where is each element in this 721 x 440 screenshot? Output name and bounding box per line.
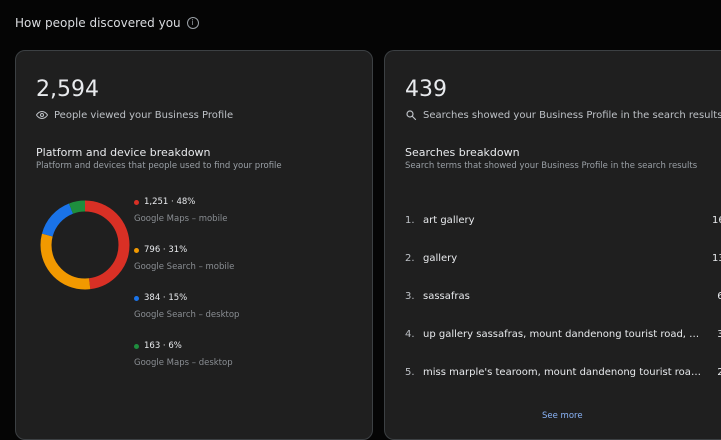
term-count: 64 <box>717 290 721 302</box>
see-more-link[interactable]: See more <box>542 411 583 421</box>
info-icon[interactable]: i <box>186 17 199 29</box>
section-header: How people discovered you i <box>15 16 199 30</box>
platform-breakdown-subtitle: Platform and devices that people used to… <box>36 161 282 171</box>
list-item: 1. art gallery 164 <box>405 201 721 239</box>
searches-metric-label: Searches showed your Business Profile in… <box>423 109 721 121</box>
list-item: 4. up gallery sassafras, mount dandenong… <box>405 315 721 353</box>
term-text: miss marple's tearoom, mount dandenong t… <box>423 366 712 378</box>
legend-value: 384 · 15% <box>144 293 188 303</box>
legend-label: Google Search – mobile <box>134 262 235 272</box>
term-count: 36 <box>717 328 721 340</box>
platform-breakdown-title: Platform and device breakdown <box>36 146 211 159</box>
views-metric: People viewed your Business Profile <box>36 109 233 121</box>
legend-item: 384 · 15% Google Search – desktop <box>134 293 239 341</box>
legend-item: 1,251 · 48% Google Maps – mobile <box>134 197 239 245</box>
legend-label: Google Maps – desktop <box>134 358 233 368</box>
list-item: 5. miss marple's tearoom, mount dandenon… <box>405 353 721 391</box>
search-terms-list: 1. art gallery 164 2. gallery 132 3. sas… <box>405 201 721 391</box>
section-title: How people discovered you <box>15 16 181 30</box>
term-count: 27 <box>717 366 721 378</box>
legend-label: Google Maps – mobile <box>134 214 228 224</box>
eye-icon <box>36 110 48 120</box>
search-icon <box>406 110 417 121</box>
legend-dot <box>134 247 139 253</box>
term-rank: 1. <box>405 214 415 226</box>
legend-dot <box>134 295 139 301</box>
list-item: 2. gallery 132 <box>405 239 721 277</box>
views-count: 2,594 <box>36 77 99 102</box>
term-rank: 4. <box>405 328 415 340</box>
legend-dot <box>134 199 139 205</box>
term-count: 132 <box>712 252 721 264</box>
list-item: 3. sassafras 64 <box>405 277 721 315</box>
platform-donut-chart <box>40 200 130 290</box>
legend-dot <box>134 343 139 349</box>
views-metric-label: People viewed your Business Profile <box>54 109 234 121</box>
legend-item: 796 · 31% Google Search – mobile <box>134 245 239 293</box>
searches-breakdown-title: Searches breakdown <box>405 146 520 159</box>
legend-item: 163 · 6% Google Maps – desktop <box>134 341 239 389</box>
term-text: art gallery <box>423 214 475 226</box>
term-rank: 2. <box>405 252 415 264</box>
term-text: sassafras <box>423 290 470 302</box>
legend-value: 1,251 · 48% <box>144 197 196 207</box>
term-rank: 5. <box>405 366 415 378</box>
term-count: 164 <box>712 214 721 226</box>
searches-breakdown-subtitle: Search terms that showed your Business P… <box>405 161 698 171</box>
platform-legend: 1,251 · 48% Google Maps – mobile 796 · 3… <box>134 197 239 389</box>
term-text: gallery <box>423 252 458 264</box>
legend-value: 796 · 31% <box>144 245 188 255</box>
searches-metric: Searches showed your Business Profile in… <box>405 109 721 121</box>
searches-card: 439 Searches showed your Business Profil… <box>384 50 721 440</box>
legend-value: 163 · 6% <box>144 341 182 351</box>
term-text: up gallery sassafras, mount dandenong to… <box>423 328 712 340</box>
searches-count: 439 <box>405 77 447 102</box>
term-rank: 3. <box>405 290 415 302</box>
legend-label: Google Search – desktop <box>134 310 240 320</box>
views-card: 2,594 People viewed your Business Profil… <box>15 50 373 440</box>
